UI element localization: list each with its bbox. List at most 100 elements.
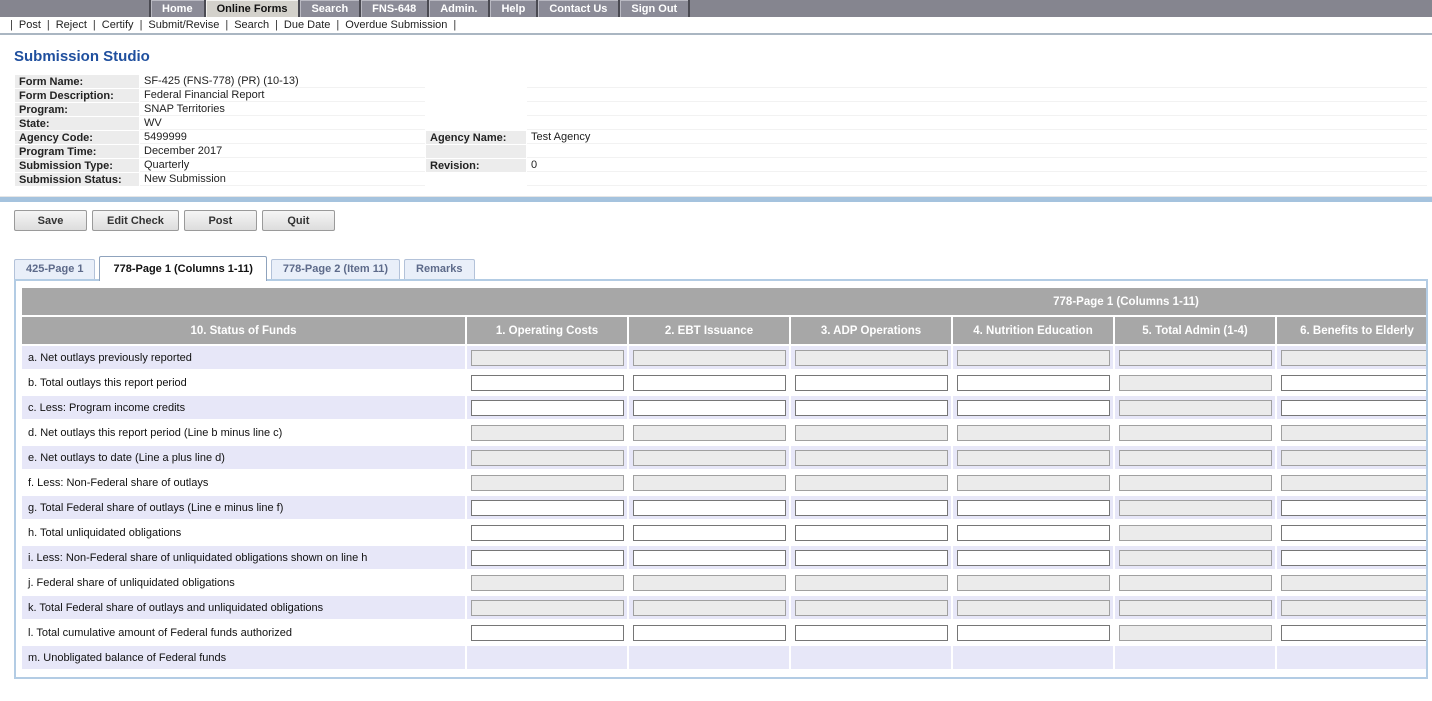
amount-input[interactable] (957, 625, 1110, 641)
amount-cell (1277, 496, 1428, 519)
amount-input[interactable] (957, 525, 1110, 541)
nav-tab-admin[interactable]: Admin. (427, 0, 488, 17)
link-separator: | (453, 19, 456, 31)
amount-input (1119, 425, 1272, 441)
amount-cell (467, 646, 627, 669)
amount-cell (953, 571, 1113, 594)
amount-input[interactable] (471, 500, 624, 516)
form-info-value: WV (140, 117, 425, 130)
nav-tab-contact-us[interactable]: Contact Us (536, 0, 618, 17)
action-link-reject[interactable]: Reject (56, 19, 87, 31)
amount-input[interactable] (957, 550, 1110, 566)
row-label: f. Less: Non-Federal share of outlays (22, 471, 465, 494)
amount-input[interactable] (471, 625, 624, 641)
amount-input[interactable] (795, 400, 948, 416)
form-info-row: Submission Status:New Submission (15, 173, 1427, 186)
amount-input[interactable] (795, 625, 948, 641)
form-info-value: SNAP Territories (140, 103, 425, 116)
amount-input[interactable] (1281, 375, 1429, 391)
nav-tab-sign-out[interactable]: Sign Out (618, 0, 690, 17)
amount-input[interactable] (957, 375, 1110, 391)
quit-button[interactable]: Quit (262, 210, 335, 231)
form-info-label-2 (426, 173, 526, 186)
amount-cell (629, 571, 789, 594)
amount-input (1119, 400, 1272, 416)
amount-input[interactable] (1281, 625, 1429, 641)
amount-input (1119, 625, 1272, 641)
form-info-table: Form Name:SF-425 (FNS-778) (PR) (10-13)F… (14, 74, 1428, 187)
action-link-search[interactable]: Search (234, 19, 269, 31)
amount-input[interactable] (633, 375, 786, 391)
tab-778-page-1-columns-1-11[interactable]: 778-Page 1 (Columns 1-11) (99, 256, 266, 281)
nav-tab-online-forms[interactable]: Online Forms (204, 0, 299, 17)
amount-input[interactable] (795, 500, 948, 516)
amount-cell (791, 596, 951, 619)
tab-778-page-2-item-11[interactable]: 778-Page 2 (Item 11) (271, 259, 400, 279)
save-button[interactable]: Save (14, 210, 87, 231)
form-info-value-2 (527, 75, 1427, 88)
amount-input (957, 450, 1110, 466)
nav-tab-fns-648[interactable]: FNS-648 (359, 0, 427, 17)
table-row: j. Federal share of unliquidated obligat… (22, 571, 1428, 594)
amount-input (633, 425, 786, 441)
amount-input (957, 475, 1110, 491)
link-separator: | (93, 19, 96, 31)
amount-input[interactable] (633, 500, 786, 516)
action-link-post[interactable]: Post (19, 19, 41, 31)
form-info-label-2 (426, 89, 526, 102)
amount-input[interactable] (633, 525, 786, 541)
amount-cell (791, 646, 951, 669)
amount-input[interactable] (957, 500, 1110, 516)
action-link-submit-revise[interactable]: Submit/Revise (148, 19, 219, 31)
nav-tab-home[interactable]: Home (149, 0, 204, 17)
amount-cell (629, 346, 789, 369)
amount-input[interactable] (795, 525, 948, 541)
table-row: d. Net outlays this report period (Line … (22, 421, 1428, 444)
amount-input[interactable] (633, 400, 786, 416)
amount-cell (629, 596, 789, 619)
nav-tab-help[interactable]: Help (488, 0, 536, 17)
amount-input[interactable] (471, 550, 624, 566)
column-header-1-operating-costs: 1. Operating Costs (467, 317, 627, 344)
post-button[interactable]: Post (184, 210, 257, 231)
row-label: a. Net outlays previously reported (22, 346, 465, 369)
action-link-due-date[interactable]: Due Date (284, 19, 330, 31)
amount-input[interactable] (957, 400, 1110, 416)
amount-cell (1115, 396, 1275, 419)
amount-input (633, 350, 786, 366)
nav-tab-search[interactable]: Search (298, 0, 359, 17)
amount-input[interactable] (633, 550, 786, 566)
amount-input[interactable] (1281, 525, 1429, 541)
amount-input[interactable] (471, 375, 624, 391)
action-link-certify[interactable]: Certify (102, 19, 134, 31)
table-row: m. Unobligated balance of Federal funds (22, 646, 1428, 669)
amount-cell (467, 446, 627, 469)
table-row: l. Total cumulative amount of Federal fu… (22, 621, 1428, 644)
amount-input[interactable] (471, 400, 624, 416)
form-info-row: Submission Type:QuarterlyRevision:0 (15, 159, 1427, 172)
amount-input[interactable] (1281, 500, 1429, 516)
form-info-row: Program Time:December 2017 (15, 145, 1427, 158)
edit-check-button[interactable]: Edit Check (92, 210, 179, 231)
amount-cell (629, 371, 789, 394)
tab-remarks[interactable]: Remarks (404, 259, 474, 279)
amount-input[interactable] (633, 625, 786, 641)
amount-input[interactable] (795, 375, 948, 391)
action-link-overdue-submission[interactable]: Overdue Submission (345, 19, 447, 31)
tab-425-page-1[interactable]: 425-Page 1 (14, 259, 95, 279)
amount-cell (1115, 496, 1275, 519)
form-info-row: Form Description:Federal Financial Repor… (15, 89, 1427, 102)
column-header-4-nutrition-education: 4. Nutrition Education (953, 317, 1113, 344)
form-info-value-2 (527, 117, 1427, 130)
amount-input[interactable] (1281, 400, 1429, 416)
amount-cell (953, 521, 1113, 544)
row-label: k. Total Federal share of outlays and un… (22, 596, 465, 619)
amount-input (1281, 575, 1429, 591)
form-info-row: State:WV (15, 117, 1427, 130)
amount-input[interactable] (471, 525, 624, 541)
form-info-label-2 (426, 117, 526, 130)
column-header-10-status-of-funds: 10. Status of Funds (22, 317, 465, 344)
amount-input[interactable] (1281, 550, 1429, 566)
amount-input[interactable] (795, 550, 948, 566)
amount-cell (1115, 446, 1275, 469)
